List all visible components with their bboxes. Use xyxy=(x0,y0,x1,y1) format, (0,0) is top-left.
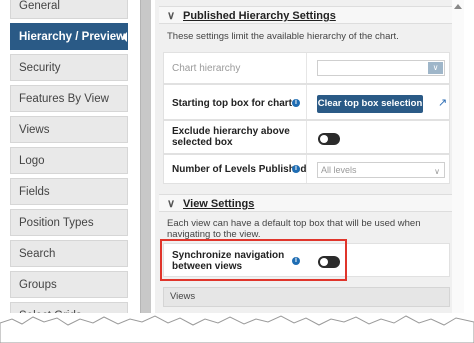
section-description: Each view can have a default top box tha… xyxy=(167,218,421,240)
external-link-icon[interactable]: ↗ xyxy=(438,96,447,109)
sidebar-item-views[interactable]: Views xyxy=(10,116,128,143)
view-settings-header[interactable]: ∨ View Settings xyxy=(159,194,452,212)
sidebar-item-features-by-view[interactable]: Features By View xyxy=(10,85,128,112)
section-title: Published Hierarchy Settings xyxy=(183,10,336,22)
info-icon[interactable]: i xyxy=(292,165,300,173)
levels-select[interactable]: All levels ∨ xyxy=(317,162,445,178)
levels-value: All levels xyxy=(321,165,357,175)
chevron-down-icon: ∨ xyxy=(167,198,176,210)
section-description: These settings limit the available hiera… xyxy=(167,31,399,42)
panel-scrollbar[interactable] xyxy=(452,0,464,343)
settings-panel: ∨ Published Hierarchy Settings These sett… xyxy=(155,0,452,343)
clear-top-box-button[interactable]: Clear top box selection xyxy=(317,95,423,113)
section-title: View Settings xyxy=(183,198,255,210)
sidebar-item-hierarchy-preview[interactable]: Hierarchy / Preview xyxy=(10,23,128,50)
levels-published-label: Number of Levels Published xyxy=(172,164,307,175)
chart-hierarchy-label: Chart hierarchy xyxy=(172,63,241,74)
views-table-header: Views xyxy=(163,287,450,307)
scroll-up-icon[interactable] xyxy=(454,4,462,9)
highlight-box xyxy=(160,239,347,281)
sidebar-item-position-types[interactable]: Position Types xyxy=(10,209,128,236)
chart-hierarchy-select[interactable]: ∨ xyxy=(317,60,445,76)
chevron-down-icon[interactable]: ∨ xyxy=(428,62,443,74)
sidebar-item-search[interactable]: Search xyxy=(10,240,128,267)
info-icon[interactable]: i xyxy=(292,99,300,107)
sidebar-item-fields[interactable]: Fields xyxy=(10,178,128,205)
published-hierarchy-header[interactable]: ∨ Published Hierarchy Settings xyxy=(159,6,452,24)
chevron-down-icon: ∨ xyxy=(434,167,440,176)
settings-sidebar: General Hierarchy / Preview Security Fea… xyxy=(10,0,128,333)
sidebar-item-groups[interactable]: Groups xyxy=(10,271,128,298)
sidebar-item-logo[interactable]: Logo xyxy=(10,147,128,174)
chevron-down-icon: ∨ xyxy=(167,10,176,22)
sidebar-item-security[interactable]: Security xyxy=(10,54,128,81)
exclude-hierarchy-row: Exclude hierarchy above selected box xyxy=(163,120,450,154)
torn-edge xyxy=(0,313,474,343)
sidebar-item-general[interactable]: General xyxy=(10,0,128,19)
starting-top-box-label: Starting top box for chart xyxy=(172,98,292,109)
chart-hierarchy-row: Chart hierarchy ∨ xyxy=(163,52,450,84)
exclude-hierarchy-toggle[interactable] xyxy=(318,133,340,145)
levels-published-row: Number of Levels Published i All levels … xyxy=(163,154,450,184)
starting-top-box-row: Starting top box for chart i Clear top b… xyxy=(163,84,450,120)
exclude-hierarchy-label: Exclude hierarchy above selected box xyxy=(172,126,290,148)
sidebar-scrollbar[interactable] xyxy=(140,0,151,343)
